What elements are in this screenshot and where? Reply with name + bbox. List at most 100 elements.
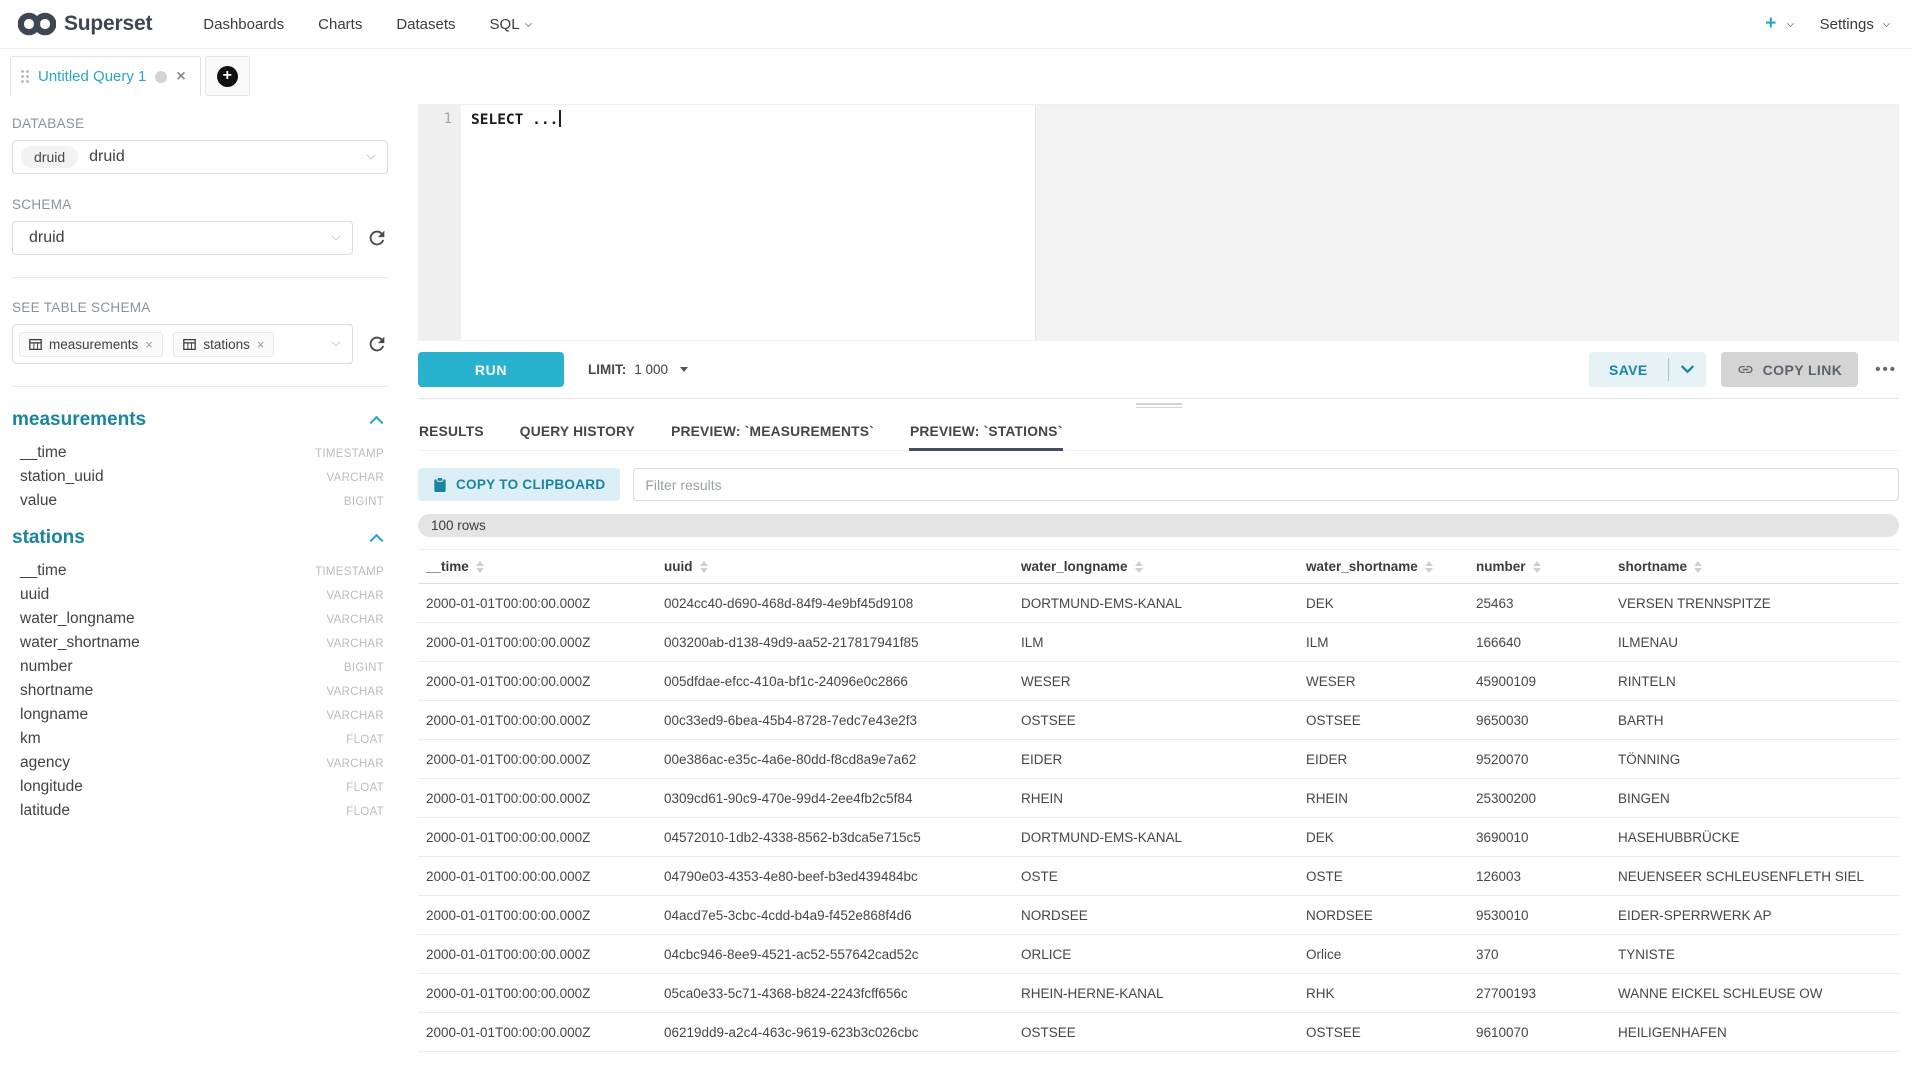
collapse-chevron-icon[interactable] — [369, 415, 384, 425]
column-list: __time TIMESTAMP station_uuid VARCHAR va… — [12, 441, 388, 513]
cell-water-longname: OSTE — [1013, 857, 1298, 896]
sort-icon[interactable] — [476, 561, 484, 573]
superset-logo[interactable]: Superset — [18, 11, 152, 37]
cell-water-shortname: DEK — [1298, 818, 1468, 857]
limit-value: 1 000 — [634, 362, 668, 377]
nav-menu-item[interactable]: Dashboards — [186, 16, 301, 33]
cell-time: 2000-01-01T00:00:00.000Z — [418, 779, 656, 818]
table-name-link[interactable]: measurements — [12, 409, 146, 431]
column-header[interactable]: water_longname — [1013, 550, 1298, 584]
table-row[interactable]: 2000-01-01T00:00:00.000Z 00c33ed9-6bea-4… — [418, 701, 1899, 740]
sort-icon[interactable] — [1694, 561, 1702, 573]
pane-resize-handle[interactable] — [1136, 401, 1182, 410]
table-row[interactable]: 2000-01-01T00:00:00.000Z 05ca0e33-5c71-4… — [418, 974, 1899, 1013]
new-query-tab-button[interactable]: + — [205, 56, 250, 96]
sort-icon[interactable] — [1425, 561, 1433, 573]
column-type: FLOAT — [346, 734, 384, 746]
table-grid-icon — [29, 338, 42, 351]
column-name: water_longname — [20, 610, 135, 628]
table-row[interactable]: 2000-01-01T00:00:00.000Z 005dfdae-efcc-4… — [418, 662, 1899, 701]
query-tab-active[interactable]: Untitled Query 1 × — [10, 56, 201, 96]
column-header[interactable]: uuid — [656, 550, 1013, 584]
link-icon — [1737, 361, 1754, 378]
clipboard-icon — [433, 477, 447, 493]
table-row[interactable]: 2000-01-01T00:00:00.000Z 04790e03-4353-4… — [418, 857, 1899, 896]
cell-shortname: HASEHUBBRÜCKE — [1610, 818, 1899, 857]
infinity-logo-icon — [18, 11, 56, 37]
sql-editor[interactable]: 1 SELECT ... — [418, 104, 1899, 341]
column-row: station_uuid VARCHAR — [12, 465, 388, 489]
save-split-button[interactable]: SAVE — [1589, 352, 1706, 387]
column-name: shortname — [20, 682, 93, 700]
table-row[interactable]: 2000-01-01T00:00:00.000Z 00e386ac-e35c-4… — [418, 740, 1899, 779]
settings-menu[interactable]: Settings — [1820, 16, 1890, 33]
cell-water-longname: RHEIN-HERNE-KANAL — [1013, 974, 1298, 1013]
copy-to-clipboard-button[interactable]: COPY TO CLIPBOARD — [418, 468, 620, 501]
column-header[interactable]: shortname — [1610, 550, 1899, 584]
table-row[interactable]: 2000-01-01T00:00:00.000Z 003200ab-d138-4… — [418, 623, 1899, 662]
table-tag-chip[interactable]: measurements × — [19, 332, 163, 357]
results-tab[interactable]: PREVIEW: `STATIONS` — [909, 416, 1064, 451]
limit-dropdown[interactable]: LIMIT: 1 000 — [588, 362, 688, 377]
table-select[interactable]: measurements × — [12, 324, 353, 364]
nav-menu-item[interactable]: Charts — [301, 16, 379, 33]
database-label: DATABASE — [12, 116, 388, 131]
column-row: longitude FLOAT — [12, 775, 388, 799]
copy-link-button[interactable]: COPY LINK — [1721, 352, 1859, 387]
table-header-row: __time uuid — [418, 550, 1899, 584]
refresh-tables-icon[interactable] — [366, 333, 388, 355]
cell-water-shortname: OSTSEE — [1298, 1013, 1468, 1052]
nav-menu-item[interactable]: Datasets — [379, 16, 472, 33]
table-row[interactable]: 2000-01-01T00:00:00.000Z 06219dd9-a2c4-4… — [418, 1013, 1899, 1052]
run-button[interactable]: RUN — [418, 352, 564, 387]
database-value: druid — [89, 148, 125, 166]
results-table-container: __time uuid — [418, 549, 1899, 1081]
table-tag-chip[interactable]: stations × — [173, 332, 274, 357]
column-header[interactable]: water_shortname — [1298, 550, 1468, 584]
table-row[interactable]: 2000-01-01T00:00:00.000Z 04acd7e5-3cbc-4… — [418, 896, 1899, 935]
close-tab-icon[interactable]: × — [176, 69, 185, 85]
cell-water-longname: DORTMUND-EMS-KANAL — [1013, 818, 1298, 857]
column-header[interactable]: __time — [418, 550, 656, 584]
save-dropdown-button[interactable] — [1669, 352, 1706, 387]
collapse-chevron-icon[interactable] — [369, 533, 384, 543]
refresh-schema-icon[interactable] — [366, 227, 388, 249]
results-tab[interactable]: QUERY HISTORY — [519, 416, 636, 451]
results-tab[interactable]: RESULTS — [418, 416, 485, 451]
cell-time: 2000-01-01T00:00:00.000Z — [418, 857, 656, 896]
cell-water-shortname: Orlice — [1298, 935, 1468, 974]
column-header[interactable]: number — [1468, 550, 1610, 584]
remove-table-icon[interactable]: × — [145, 337, 153, 352]
schema-value: druid — [21, 229, 65, 247]
cell-uuid: 04acd7e5-3cbc-4cdd-b4a9-f452e868f4d6 — [656, 896, 1013, 935]
drag-grip-icon[interactable] — [21, 70, 29, 83]
table-name-link[interactable]: stations — [12, 527, 85, 549]
cell-uuid: 00c33ed9-6bea-45b4-8728-7edc7e43e2f3 — [656, 701, 1013, 740]
nav-menu-item[interactable]: SQL — [473, 16, 549, 33]
table-row[interactable]: 2000-01-01T00:00:00.000Z 04572010-1db2-4… — [418, 818, 1899, 857]
sort-icon[interactable] — [700, 561, 708, 573]
table-body: 2000-01-01T00:00:00.000Z 0024cc40-d690-4… — [418, 584, 1899, 1052]
column-name: water_shortname — [20, 634, 140, 652]
more-options-button[interactable]: ••• — [1873, 357, 1899, 382]
cell-number: 9650030 — [1468, 701, 1610, 740]
sort-icon[interactable] — [1533, 561, 1541, 573]
remove-table-icon[interactable]: × — [257, 337, 265, 352]
schema-select[interactable]: druid — [12, 221, 353, 255]
editor-pane: 1 SELECT ... RUN LIMIT: 1 000 SAVE — [418, 104, 1899, 1081]
table-row[interactable]: 2000-01-01T00:00:00.000Z 04cbc946-8ee9-4… — [418, 935, 1899, 974]
table-row[interactable]: 2000-01-01T00:00:00.000Z 0309cd61-90c9-4… — [418, 779, 1899, 818]
column-row: __time TIMESTAMP — [12, 559, 388, 583]
filter-results-input[interactable] — [633, 468, 1899, 501]
database-select[interactable]: druid druid — [12, 140, 388, 174]
table-row[interactable]: 2000-01-01T00:00:00.000Z 0024cc40-d690-4… — [418, 584, 1899, 623]
column-type: VARCHAR — [327, 472, 384, 484]
results-tab[interactable]: PREVIEW: `MEASUREMENTS` — [670, 416, 875, 451]
new-item-button[interactable]: + — [1765, 13, 1793, 35]
cell-water-longname: WESER — [1013, 662, 1298, 701]
column-row: value BIGINT — [12, 489, 388, 513]
cell-shortname: NEUENSEER SCHLEUSENFLETH SIEL — [1610, 857, 1899, 896]
sort-icon[interactable] — [1135, 561, 1143, 573]
column-type: VARCHAR — [327, 758, 384, 770]
save-button[interactable]: SAVE — [1589, 352, 1668, 387]
